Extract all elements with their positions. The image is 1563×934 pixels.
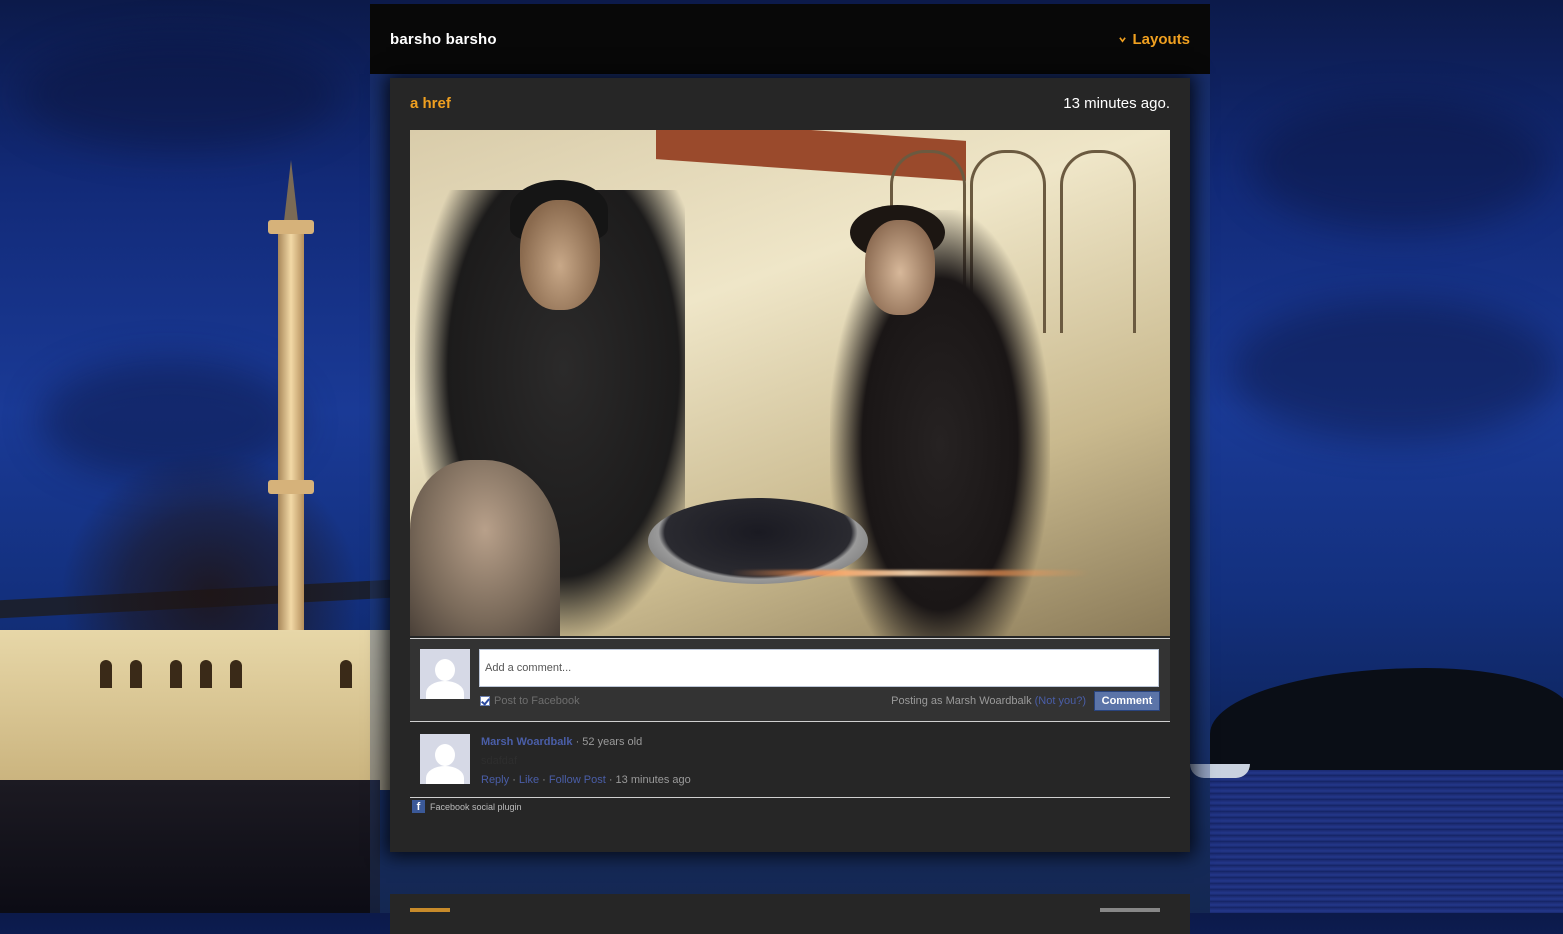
photo-person bbox=[410, 460, 560, 636]
shoreline bbox=[0, 780, 380, 913]
comment-timestamp: · 13 minutes ago bbox=[608, 774, 691, 786]
plugin-label: Facebook social plugin bbox=[430, 801, 522, 812]
follow-post-link[interactable]: Follow Post bbox=[549, 774, 606, 786]
like-link[interactable]: Like bbox=[519, 774, 539, 786]
post-title-link[interactable]: a href bbox=[410, 95, 451, 112]
post-photo[interactable] bbox=[410, 130, 1170, 636]
photo-face bbox=[520, 200, 600, 310]
post-timestamp: 13 minutes ago. bbox=[1063, 95, 1170, 112]
comment-compose: Post to Facebook Posting as Marsh Woardb… bbox=[410, 638, 1170, 722]
photo-lens-flare bbox=[730, 570, 1090, 576]
next-post-card bbox=[390, 894, 1190, 934]
separator: · bbox=[512, 774, 516, 786]
post-to-facebook-checkbox[interactable] bbox=[480, 696, 490, 706]
cloud bbox=[1230, 300, 1560, 440]
layouts-label: Layouts bbox=[1132, 31, 1190, 48]
cloud bbox=[20, 40, 340, 150]
water bbox=[1210, 770, 1563, 913]
comment-author-link[interactable]: Marsh Woardbalk bbox=[481, 736, 573, 748]
comment-actions: Reply · Like · Follow Post · 13 minutes … bbox=[481, 774, 691, 786]
palace-building bbox=[0, 630, 390, 790]
comment-author-age: · 52 years old bbox=[575, 736, 643, 748]
photo-face bbox=[865, 220, 935, 315]
next-post-timestamp bbox=[1100, 908, 1160, 912]
blog-header: barsho barsho Layouts bbox=[370, 4, 1210, 74]
comment-button[interactable]: Comment bbox=[1094, 691, 1160, 711]
reply-link[interactable]: Reply bbox=[481, 774, 509, 786]
posting-as-label: Posting as Marsh Woardbalk bbox=[891, 695, 1032, 707]
layouts-menu[interactable]: Layouts bbox=[1119, 31, 1190, 48]
facebook-social-plugin-link[interactable]: f Facebook social plugin bbox=[412, 800, 522, 813]
facebook-logo-icon: f bbox=[412, 800, 425, 813]
blog-title[interactable]: barsho barsho bbox=[390, 31, 497, 48]
comment-input[interactable] bbox=[479, 649, 1159, 687]
separator: · bbox=[542, 774, 546, 786]
next-post-title[interactable] bbox=[410, 908, 450, 912]
photo-arch bbox=[1060, 150, 1136, 333]
avatar bbox=[420, 649, 470, 699]
post-to-facebook-label[interactable]: Post to Facebook bbox=[494, 695, 580, 707]
comment-item: Marsh Woardbalk · 52 years old sdafdaf R… bbox=[410, 722, 1170, 798]
post-card: a href 13 minutes ago. Post to Facebook … bbox=[390, 78, 1190, 852]
not-you-link[interactable]: (Not you?) bbox=[1035, 695, 1086, 707]
hill bbox=[1210, 668, 1563, 778]
chevron-down-icon bbox=[1119, 37, 1127, 43]
comment-body: sdafdaf bbox=[481, 755, 518, 767]
avatar[interactable] bbox=[420, 734, 470, 784]
comment-author-line: Marsh Woardbalk · 52 years old bbox=[481, 736, 642, 748]
cloud bbox=[1250, 100, 1550, 230]
posting-as-text: Posting as Marsh Woardbalk (Not you?) bbox=[891, 695, 1086, 707]
facebook-comments-widget: Post to Facebook Posting as Marsh Woardb… bbox=[410, 638, 1170, 813]
